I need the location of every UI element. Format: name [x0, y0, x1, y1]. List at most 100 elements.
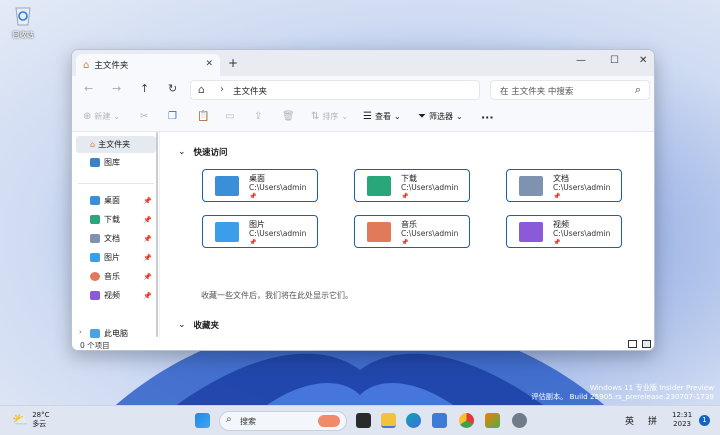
tab-home-folder[interactable]: ⌂ 主文件夹 ✕: [76, 54, 220, 76]
pin-icon: 📌: [553, 193, 561, 200]
store-icon[interactable]: [432, 413, 447, 428]
notification-badge[interactable]: 1: [699, 415, 710, 426]
new-button[interactable]: ⊕ 新建 ⌄: [83, 111, 120, 122]
task-view-icon[interactable]: [356, 413, 371, 428]
minimize-icon[interactable]: —: [576, 55, 586, 66]
edge-icon[interactable]: [406, 413, 421, 428]
address-home-icon[interactable]: ⌂: [198, 83, 205, 96]
chevron-down-icon: ⌄: [341, 112, 349, 121]
quick-access-tile-downloads[interactable]: 下载 C:\Users\admin 📌: [354, 169, 470, 202]
pin-icon[interactable]: 📌: [143, 254, 152, 262]
sidebar-item-music[interactable]: 音乐 📌: [76, 268, 156, 285]
clock[interactable]: 12:31 2023: [672, 411, 692, 429]
sidebar-item-pictures[interactable]: 图片 📌: [76, 249, 156, 266]
sidebar-item-gallery[interactable]: 图库: [76, 154, 156, 171]
sidebar-divider: [78, 183, 154, 184]
chevron-down-icon[interactable]: ⌄: [178, 320, 186, 330]
pin-icon[interactable]: 📌: [143, 235, 152, 243]
pin-icon[interactable]: 📌: [143, 216, 152, 224]
forward-icon[interactable]: →: [112, 82, 121, 95]
filter-button[interactable]: ⏷ 筛选器 ⌄: [418, 111, 463, 122]
start-icon[interactable]: [195, 413, 210, 428]
desktop-folder-icon: [90, 196, 100, 205]
tile-path: C:\Users\admin: [401, 229, 459, 238]
tab-title: 主文件夹: [94, 61, 129, 71]
documents-folder-icon: [90, 234, 100, 243]
refresh-icon[interactable]: ↻: [168, 82, 177, 95]
cut-icon[interactable]: ✂: [140, 111, 148, 122]
app-icon[interactable]: [485, 413, 500, 428]
search-box[interactable]: 在 主文件夹 中搜索 ⌕: [490, 80, 650, 100]
sidebar-item-videos[interactable]: 视频 📌: [76, 287, 156, 304]
copy-icon[interactable]: ❐: [168, 111, 177, 122]
sidebar-item-desktop[interactable]: 桌面 📌: [76, 192, 156, 209]
chevron-down-icon[interactable]: ⌄: [178, 147, 186, 157]
sidebar-item-downloads[interactable]: 下载 📌: [76, 211, 156, 228]
computer-icon: [90, 329, 100, 338]
close-window-icon[interactable]: ✕: [639, 55, 647, 66]
sidebar-item-documents[interactable]: 文档 📌: [76, 230, 156, 247]
quick-access-tile-music[interactable]: 音乐 C:\Users\admin 📌: [354, 215, 470, 248]
tile-path: C:\Users\admin: [553, 183, 611, 192]
tab-close-icon[interactable]: ✕: [205, 59, 213, 69]
quick-access-header[interactable]: ⌄ 快速访问: [178, 146, 228, 158]
search-icon[interactable]: ⌕: [635, 83, 641, 97]
navigation-pane: ⌂ 主文件夹 图库 桌面 📌 下载 📌 文档 📌 图片 📌 音乐 📌 视频 📌 …: [72, 132, 160, 342]
chevron-down-icon: ⌄: [393, 112, 401, 121]
ime-language[interactable]: 英: [625, 414, 634, 427]
sort-button[interactable]: ⇅ 排序 ⌄: [311, 111, 348, 122]
sidebar-item-label: 桌面: [104, 196, 120, 205]
videos-folder-icon: [519, 222, 543, 242]
videos-folder-icon: [90, 291, 100, 300]
file-explorer-window: ⌂ 主文件夹 ✕ + — ☐ ✕ ← → ↑ ↻ ⌂ › 主文件夹 在 主文件夹…: [71, 49, 655, 351]
recycle-bin-desktop-icon[interactable]: 回收站: [6, 4, 40, 40]
address-path[interactable]: 主文件夹: [233, 85, 267, 97]
tiles-view-icon[interactable]: [642, 340, 651, 348]
chrome-icon[interactable]: [459, 413, 474, 428]
back-icon[interactable]: ←: [84, 82, 93, 95]
up-icon[interactable]: ↑: [140, 82, 149, 95]
weather-description: 多云: [32, 420, 47, 428]
evaluation-watermark: Windows 11 专业版 Insider Preview 评估副本。 Bui…: [531, 383, 714, 401]
paste-icon[interactable]: 📋: [197, 111, 209, 122]
command-bar: ⊕ 新建 ⌄ ✂ ❐ 📋 ▭ ⇪ 🗑 ⇅ 排序 ⌄ ☰ 查看 ⌄ ⏷ 筛选器 ⌄…: [72, 104, 654, 132]
quick-access-tile-videos[interactable]: 视频 C:\Users\admin 📌: [506, 215, 622, 248]
file-explorer-taskbar-icon[interactable]: [381, 413, 396, 428]
pin-icon: 📌: [401, 239, 409, 246]
status-bar: 0 个项目: [72, 338, 654, 350]
address-bar[interactable]: ⌂ › 主文件夹: [190, 80, 480, 100]
tile-path: C:\Users\admin: [249, 229, 307, 238]
sidebar-scrollbar[interactable]: [156, 132, 158, 337]
view-button[interactable]: ☰ 查看 ⌄: [363, 111, 401, 122]
delete-icon[interactable]: 🗑: [282, 111, 295, 122]
maximize-icon[interactable]: ☐: [610, 55, 619, 66]
share-icon[interactable]: ⇪: [254, 111, 262, 122]
address-bar-row: ← → ↑ ↻ ⌂ › 主文件夹 在 主文件夹 中搜索 ⌕: [72, 76, 654, 104]
sidebar-item-label: 文档: [104, 234, 120, 243]
pin-icon[interactable]: 📌: [143, 273, 152, 281]
music-folder-icon: [90, 272, 100, 281]
favorites-header[interactable]: ⌄ 收藏夹: [178, 319, 219, 331]
new-tab-icon[interactable]: +: [228, 56, 238, 70]
more-options-icon[interactable]: ···: [481, 111, 494, 124]
quick-access-tile-pictures[interactable]: 图片 C:\Users\admin 📌: [202, 215, 318, 248]
desktop-folder-icon: [215, 176, 239, 196]
sort-icon: ⇅: [311, 111, 320, 122]
weather-widget[interactable]: ⛅ 28°C 多云: [12, 411, 49, 429]
pin-icon[interactable]: 📌: [143, 197, 152, 205]
pin-icon[interactable]: 📌: [143, 292, 152, 300]
chevron-right-icon[interactable]: ›: [220, 84, 224, 95]
sidebar-item-label: 主文件夹: [98, 140, 131, 149]
taskbar-search[interactable]: ⌕ 搜索: [219, 411, 347, 431]
pin-icon: 📌: [249, 193, 257, 200]
details-view-icon[interactable]: [628, 340, 637, 348]
rename-icon[interactable]: ▭: [225, 111, 234, 122]
settings-gear-icon[interactable]: [512, 413, 527, 428]
ime-mode[interactable]: 拼: [648, 414, 657, 427]
quick-access-tile-desktop[interactable]: 桌面 C:\Users\admin 📌: [202, 169, 318, 202]
pin-icon: 📌: [553, 239, 561, 246]
sidebar-item-home[interactable]: ⌂ 主文件夹: [76, 136, 156, 153]
item-count: 0 个项目: [80, 341, 110, 350]
quick-access-tile-documents[interactable]: 文档 C:\Users\admin 📌: [506, 169, 622, 202]
taskbar: ⛅ 28°C 多云 ⌕ 搜索 英 拼 12:31 2023 1: [0, 405, 720, 435]
